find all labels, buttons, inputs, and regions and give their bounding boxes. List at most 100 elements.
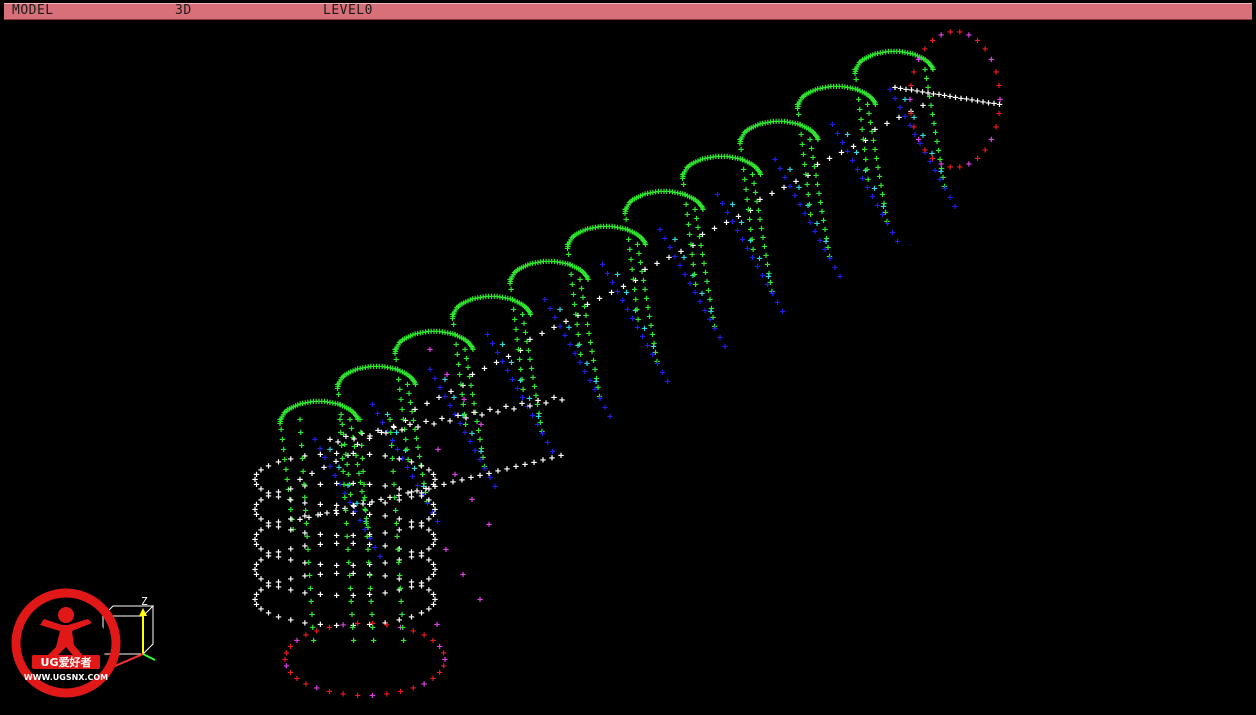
point-green: + (369, 610, 375, 621)
point-white: + (317, 479, 323, 490)
point-white: + (302, 618, 308, 629)
point-green: + (302, 493, 308, 504)
point-white: + (258, 495, 264, 506)
space-mode-label: 3D (175, 3, 192, 18)
point-green: + (371, 636, 377, 647)
point-white: + (350, 479, 356, 490)
point-green: + (370, 623, 376, 634)
point-white: + (884, 119, 890, 130)
point-white: + (288, 544, 294, 555)
point-green: + (357, 415, 363, 426)
point-cyan: + (614, 270, 620, 281)
point-green: + (389, 441, 395, 452)
point-white: + (407, 420, 413, 431)
point-magenta: + (443, 545, 449, 556)
point-white: + (447, 416, 453, 427)
point-magenta: + (477, 595, 483, 606)
point-white: + (432, 482, 438, 493)
point-white: + (468, 473, 474, 484)
point-white: + (275, 517, 281, 528)
point-white: + (535, 396, 541, 407)
point-magenta: + (461, 395, 467, 406)
point-green: + (757, 170, 763, 181)
point-green: + (339, 454, 345, 465)
point-red: + (947, 162, 953, 173)
point-white: + (369, 497, 375, 508)
point-white: + (504, 464, 510, 475)
point-green: + (363, 506, 369, 517)
point-green: + (520, 385, 526, 396)
point-blue: + (664, 377, 670, 388)
point-green: + (307, 584, 313, 595)
point-green: + (342, 493, 348, 504)
point-white: + (430, 590, 436, 601)
point-red: + (988, 134, 994, 145)
point-white: + (699, 230, 705, 241)
point-red: + (326, 622, 332, 633)
point-white: + (382, 511, 388, 522)
point-white: + (723, 218, 729, 229)
point-white: + (288, 555, 294, 566)
point-green: + (815, 135, 821, 146)
point-green: + (340, 467, 346, 478)
point-white: + (481, 364, 487, 375)
point-green: + (347, 584, 353, 595)
graphics-viewport[interactable]: + + + + + + + + + + + + + + + + + + + + + + + + + + + + + + + + + + + + + + + +… (0, 22, 1256, 715)
point-white: + (309, 469, 315, 480)
point-green: + (367, 584, 373, 595)
point-red: + (437, 668, 443, 679)
point-white: + (459, 475, 465, 486)
point-cyan: + (469, 429, 475, 440)
point-green: + (308, 597, 314, 608)
point-white: + (531, 457, 537, 468)
point-green: + (585, 275, 591, 286)
point-green: + (306, 558, 312, 569)
point-white: + (584, 300, 590, 311)
point-red: + (988, 55, 994, 66)
point-green: + (578, 350, 584, 361)
point-magenta: + (444, 370, 450, 381)
point-red: + (441, 648, 447, 659)
point-white: + (321, 463, 327, 474)
point-white: + (408, 612, 414, 623)
point-white: + (540, 455, 546, 466)
point-green: + (339, 441, 345, 452)
point-white: + (814, 160, 820, 171)
point-red: + (421, 679, 427, 690)
point-red: + (916, 134, 922, 145)
point-blue: + (722, 342, 728, 353)
point-green: + (299, 441, 305, 452)
point-green: + (366, 558, 372, 569)
point-white: + (563, 317, 569, 328)
point-green: + (396, 558, 402, 569)
point-white: + (351, 501, 357, 512)
point-blue: + (779, 307, 785, 318)
point-white: + (382, 541, 388, 552)
point-white: + (469, 370, 475, 381)
point-cyan: + (327, 445, 333, 456)
point-magenta: + (435, 445, 441, 456)
point-white: + (558, 451, 564, 462)
point-green: + (343, 519, 349, 530)
point-white: + (419, 521, 425, 532)
point-cyan: + (814, 219, 820, 230)
point-red: + (929, 153, 935, 164)
point-green: + (808, 210, 814, 221)
point-red: + (430, 673, 436, 684)
point-white: + (288, 585, 294, 596)
point-green: + (393, 506, 399, 517)
point-white: + (408, 457, 414, 468)
point-green: + (351, 636, 357, 647)
point-magenta: + (469, 495, 475, 506)
point-green: + (365, 545, 371, 556)
point-white: + (408, 547, 414, 558)
point-white: + (275, 457, 281, 468)
point-cyan: + (641, 324, 647, 335)
point-green: + (412, 380, 418, 391)
point-white: + (503, 402, 509, 413)
point-green: + (388, 428, 394, 439)
point-green: + (397, 571, 403, 582)
point-white: + (327, 435, 333, 446)
point-white: + (487, 405, 493, 416)
point-white: + (334, 620, 340, 631)
